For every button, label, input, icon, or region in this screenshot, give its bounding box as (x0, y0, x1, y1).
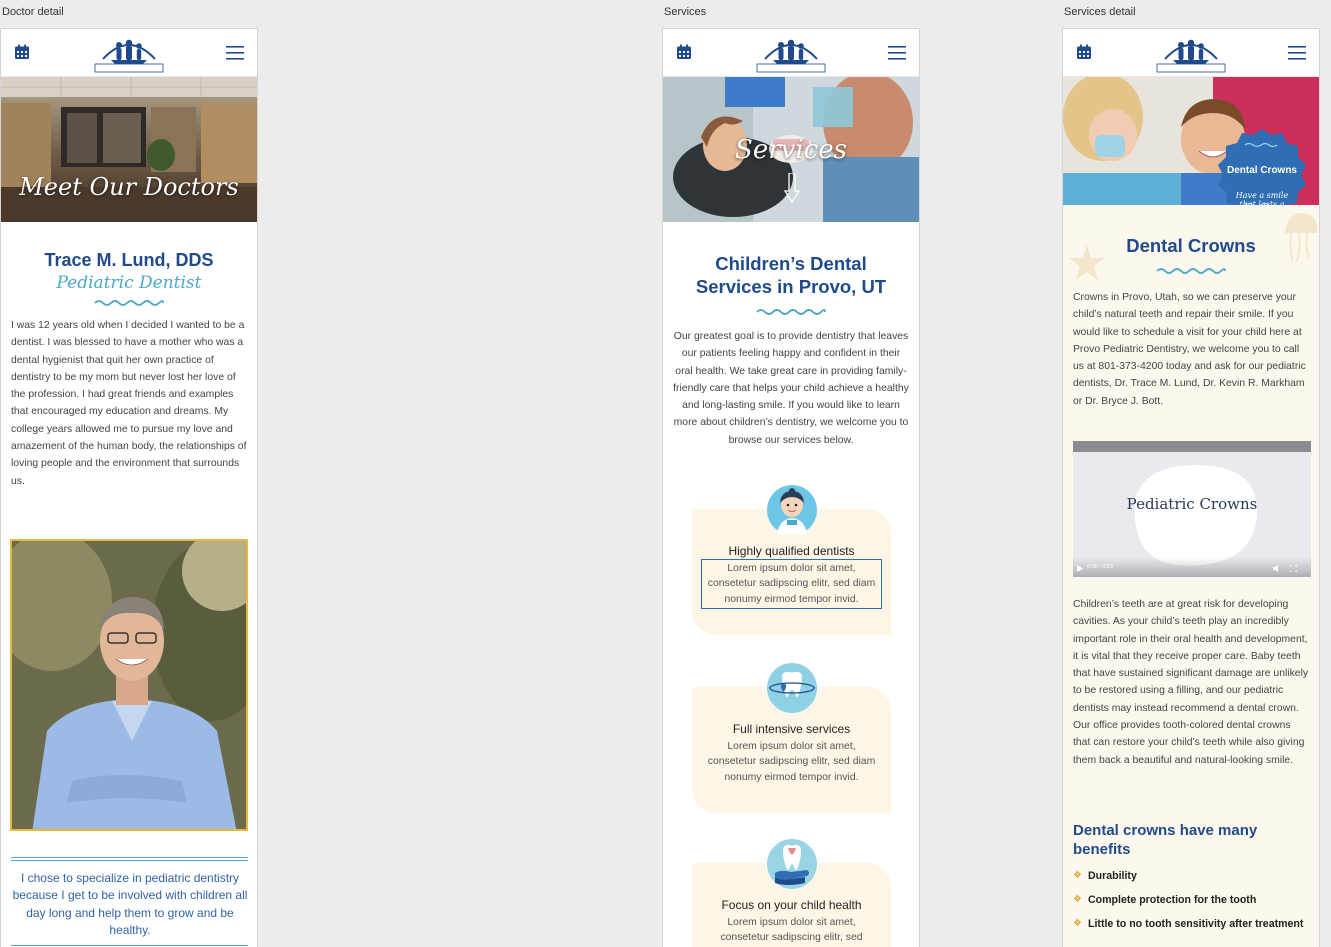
play-icon[interactable] (1077, 565, 1083, 572)
card-text: Lorem ipsum dolor sit amet, consetetur s… (707, 741, 876, 783)
hamburger-menu-icon[interactable] (1288, 46, 1306, 60)
artboard-label-detail: Services detail (1064, 6, 1136, 18)
detail-paragraph-2: Children’s teeth are at great risk for d… (1073, 599, 1309, 766)
volume-icon[interactable] (1273, 565, 1281, 572)
artboard-doctor-detail: Meet Our Doctors Trace M. Lund, DDS Pedi… (0, 28, 258, 947)
video-top-bar (1073, 441, 1311, 452)
doctor-role: Pediatric Dentist (56, 273, 202, 293)
site-header (1063, 29, 1319, 77)
card-title: Focus on your child health (721, 898, 862, 912)
doctor-name: Trace M. Lund, DDS (44, 250, 214, 270)
starfish-decoration-icon (1069, 245, 1105, 280)
site-logo[interactable] (1151, 33, 1231, 75)
site-header (663, 29, 919, 77)
video-controls[interactable]: 0:00 / 0:53 (1073, 557, 1311, 577)
dentist-icon (766, 485, 817, 535)
hero-banner: Dental Crowns Have a smile that lasts a … (1063, 77, 1319, 205)
calendar-icon[interactable] (14, 44, 30, 60)
tooth-hand-icon (766, 839, 817, 889)
artboard-label-doctor: Doctor detail (2, 6, 64, 18)
card-title: Full intensive services (732, 722, 851, 736)
calendar-icon[interactable] (1076, 44, 1092, 60)
services-intro: Our greatest goal is to provide dentistr… (673, 331, 909, 446)
hamburger-menu-icon[interactable] (226, 46, 244, 60)
badge-title: Dental Crowns (1226, 165, 1297, 176)
doctor-bio: I was 12 years old when I decided I want… (11, 320, 247, 487)
service-card[interactable]: Highly qualified dentists Lorem ipsum do… (692, 485, 891, 635)
artboard-label-services: Services (664, 6, 707, 18)
tooth-heart-icon (766, 663, 817, 713)
site-logo[interactable] (89, 33, 169, 75)
card-text: Lorem ipsum dolor sit amet, consetetur s… (720, 917, 863, 944)
site-header (1, 29, 257, 77)
badge-subtitle: Have a smile that lasts a lifetime (1235, 191, 1289, 205)
doctor-quote: I chose to specialize in pediatric denti… (12, 871, 248, 937)
video-player[interactable]: Pediatric Crowns 0:00 / 0:53 (1073, 441, 1311, 577)
site-logo[interactable] (751, 33, 831, 75)
hero-banner: Meet Our Doctors (1, 77, 257, 222)
card-text[interactable]: Lorem ipsum dolor sit amet, consetetur s… (701, 558, 882, 610)
jellyfish-decoration-icon (1285, 213, 1318, 262)
quote-divider (11, 857, 248, 861)
video-title: Pediatric Crowns (1126, 495, 1258, 513)
page-title: Children’s Dental Services in Provo, UT (695, 253, 887, 297)
video-time: 0:00 / 0:53 (1087, 564, 1113, 570)
tooth-crown-graphic (1134, 465, 1258, 566)
benefit-item: Little to no tooth sensitivity after tre… (1073, 916, 1309, 932)
detail-paragraph-1: Crowns in Provo, Utah, so we can preserv… (1073, 292, 1306, 407)
fullscreen-icon[interactable] (1290, 565, 1297, 572)
calendar-icon[interactable] (676, 44, 692, 60)
benefits-heading: Dental crowns have many benefits (1073, 822, 1258, 858)
artboard-services-detail: Dental Crowns Have a smile that lasts a … (1062, 28, 1320, 947)
service-card[interactable]: Full intensive services Lorem ipsum dolo… (692, 663, 891, 813)
doctor-portrait (10, 539, 248, 831)
arrow-down-icon[interactable] (784, 173, 800, 203)
card-title: Highly qualified dentists (728, 544, 855, 558)
hamburger-menu-icon[interactable] (888, 46, 906, 60)
hero-title: Meet Our Doctors (19, 173, 239, 201)
hero-banner: Services (663, 77, 919, 222)
doctor-photo (12, 541, 246, 829)
benefit-item: Durability (1073, 868, 1309, 884)
benefit-item: Complete protection for the tooth (1073, 892, 1309, 908)
service-card[interactable]: Focus on your child health Lorem ipsum d… (692, 839, 891, 947)
wave-divider (756, 308, 826, 316)
wave-divider (1156, 267, 1226, 275)
quote-divider-bottom (11, 945, 248, 946)
wave-divider (94, 299, 164, 307)
benefits-list: Durability Complete protection for the t… (1073, 868, 1309, 940)
hero-title: Services (735, 135, 847, 165)
artboard-services: Services Children’s Dental Services in P… (662, 28, 920, 947)
